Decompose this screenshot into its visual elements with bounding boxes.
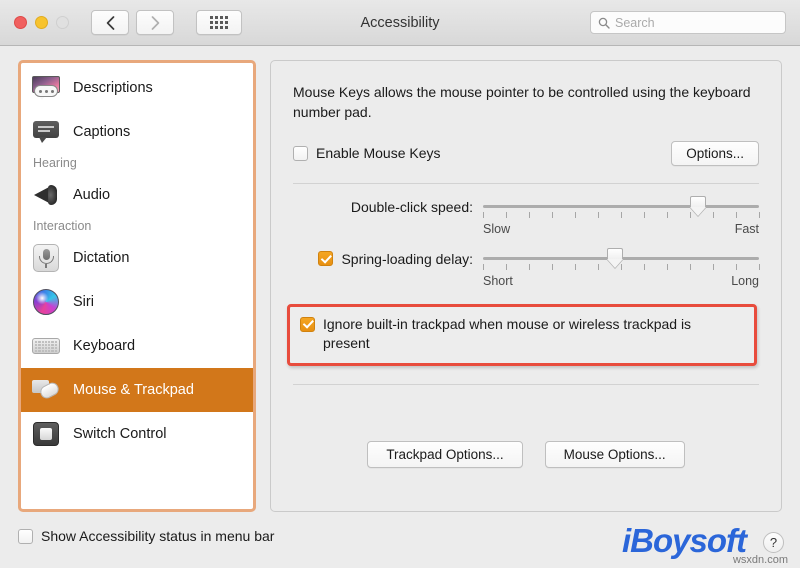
- double-click-speed-label: Double-click speed:: [350, 198, 473, 215]
- spring-loading-delay-checkbox[interactable]: [318, 251, 334, 267]
- captions-icon: [31, 117, 61, 147]
- slider-min-label: Short: [483, 273, 513, 288]
- zoom-button[interactable]: [56, 16, 69, 29]
- back-button[interactable]: [91, 10, 129, 35]
- spring-loading-delay-row: Spring-loading delay: Short Long: [293, 247, 760, 288]
- sidebar-item-keyboard[interactable]: Keyboard: [21, 324, 253, 368]
- slider-min-label: Slow: [483, 221, 511, 236]
- help-button[interactable]: ?: [763, 532, 784, 553]
- spring-loading-delay-slider[interactable]: Short Long: [483, 247, 760, 288]
- show-all-button[interactable]: [196, 10, 242, 35]
- window-controls: [14, 16, 69, 29]
- sidebar-item-label: Dictation: [73, 250, 130, 266]
- double-click-speed-slider[interactable]: Slow Fast: [483, 195, 760, 236]
- checkbox-box[interactable]: [293, 145, 308, 161]
- dictation-icon: [31, 243, 61, 273]
- sidebar-item-dictation[interactable]: Dictation: [21, 236, 253, 280]
- checkbox-label: Enable Mouse Keys: [316, 145, 441, 162]
- sidebar-item-label: Captions: [73, 124, 131, 140]
- options-button[interactable]: Options...: [671, 140, 759, 166]
- search-icon: [598, 17, 610, 29]
- sidebar-item-descriptions[interactable]: Descriptions: [21, 66, 253, 110]
- mouse-trackpad-icon: [31, 375, 61, 405]
- accessibility-sidebar: Descriptions Captions Hearing Audio Inte…: [18, 60, 256, 512]
- window-body: Descriptions Captions Hearing Audio Inte…: [0, 46, 800, 512]
- divider: [293, 383, 759, 385]
- slider-max-label: Long: [731, 273, 759, 288]
- sidebar-item-label: Keyboard: [73, 338, 136, 354]
- grid-icon: [210, 16, 228, 29]
- checkbox-box[interactable]: [300, 316, 315, 332]
- navigation-buttons: [91, 10, 174, 35]
- siri-icon: [31, 287, 61, 317]
- sidebar-item-label: Switch Control: [73, 426, 167, 442]
- forward-button[interactable]: [136, 10, 174, 35]
- sidebar-item-switch-control[interactable]: Switch Control: [21, 412, 253, 456]
- sidebar-header-hearing: Hearing: [33, 156, 77, 170]
- search-field[interactable]: [590, 11, 786, 34]
- checkbox-label: Ignore built-in trackpad when mouse or w…: [323, 315, 692, 352]
- titlebar: Accessibility: [0, 0, 800, 46]
- ignore-trackpad-highlight: Ignore built-in trackpad when mouse or w…: [287, 303, 757, 366]
- options-button-row: Trackpad Options... Mouse Options...: [293, 440, 759, 468]
- audio-icon: [31, 180, 61, 210]
- slider-max-label: Fast: [734, 221, 759, 236]
- sidebar-item-audio[interactable]: Audio: [21, 173, 253, 217]
- slider-ticks: [483, 263, 760, 273]
- slider-end-labels: Short Long: [483, 274, 759, 288]
- window-footer: Show Accessibility status in menu bar iB…: [0, 512, 800, 568]
- switch-control-icon: [31, 419, 61, 449]
- sidebar-item-label: Siri: [73, 294, 94, 310]
- show-accessibility-status-checkbox[interactable]: Show Accessibility status in menu bar: [18, 528, 274, 544]
- chevron-left-icon: [106, 15, 114, 30]
- double-click-speed-row: Double-click speed: Slow Fast: [293, 195, 760, 236]
- divider: [293, 182, 759, 184]
- slider-track[interactable]: [483, 195, 759, 216]
- trackpad-options-button[interactable]: Trackpad Options...: [367, 440, 523, 468]
- chevron-right-icon: [151, 15, 159, 30]
- double-click-speed-label-group: Double-click speed:: [293, 198, 483, 215]
- pane-description: Mouse Keys allows the mouse pointer to b…: [293, 84, 751, 120]
- search-input[interactable]: [615, 15, 778, 30]
- checkbox-box[interactable]: [18, 528, 33, 544]
- slider-ticks: [483, 211, 760, 221]
- sidebar-header-interaction: Interaction: [33, 219, 92, 233]
- sidebar-item-captions[interactable]: Captions: [21, 110, 253, 154]
- keyboard-icon: [31, 331, 61, 361]
- slider-end-labels: Slow Fast: [483, 222, 759, 236]
- enable-mouse-keys-checkbox[interactable]: Enable Mouse Keys: [293, 145, 441, 161]
- iboysoft-watermark: iBoysoft: [622, 522, 747, 559]
- spring-loading-delay-label: Spring-loading delay:: [341, 250, 473, 267]
- source-watermark: wsxdn.com: [732, 554, 788, 566]
- slider-track[interactable]: [483, 247, 759, 268]
- mouse-trackpad-pane: Mouse Keys allows the mouse pointer to b…: [270, 60, 782, 512]
- spring-loading-delay-label-group: Spring-loading delay:: [293, 250, 483, 267]
- sidebar-item-label: Mouse & Trackpad: [73, 382, 194, 398]
- close-button[interactable]: [14, 16, 27, 29]
- mouse-options-button[interactable]: Mouse Options...: [544, 440, 685, 468]
- sidebar-item-siri[interactable]: Siri: [21, 280, 253, 324]
- sidebar-list: Descriptions Captions Hearing Audio Inte…: [21, 63, 253, 456]
- sidebar-item-label: Descriptions: [73, 80, 153, 96]
- ignore-trackpad-checkbox[interactable]: Ignore built-in trackpad when mouse or w…: [300, 315, 744, 354]
- minimize-button[interactable]: [35, 16, 48, 29]
- checkbox-label: Show Accessibility status in menu bar: [41, 528, 275, 544]
- sidebar-item-label: Audio: [73, 187, 111, 203]
- sidebar-item-mouse-trackpad[interactable]: Mouse & Trackpad: [21, 368, 253, 412]
- descriptions-icon: [31, 73, 61, 103]
- preferences-window: Accessibility Descriptions: [0, 0, 800, 568]
- enable-mouse-keys-row: Enable Mouse Keys Options...: [293, 140, 759, 166]
